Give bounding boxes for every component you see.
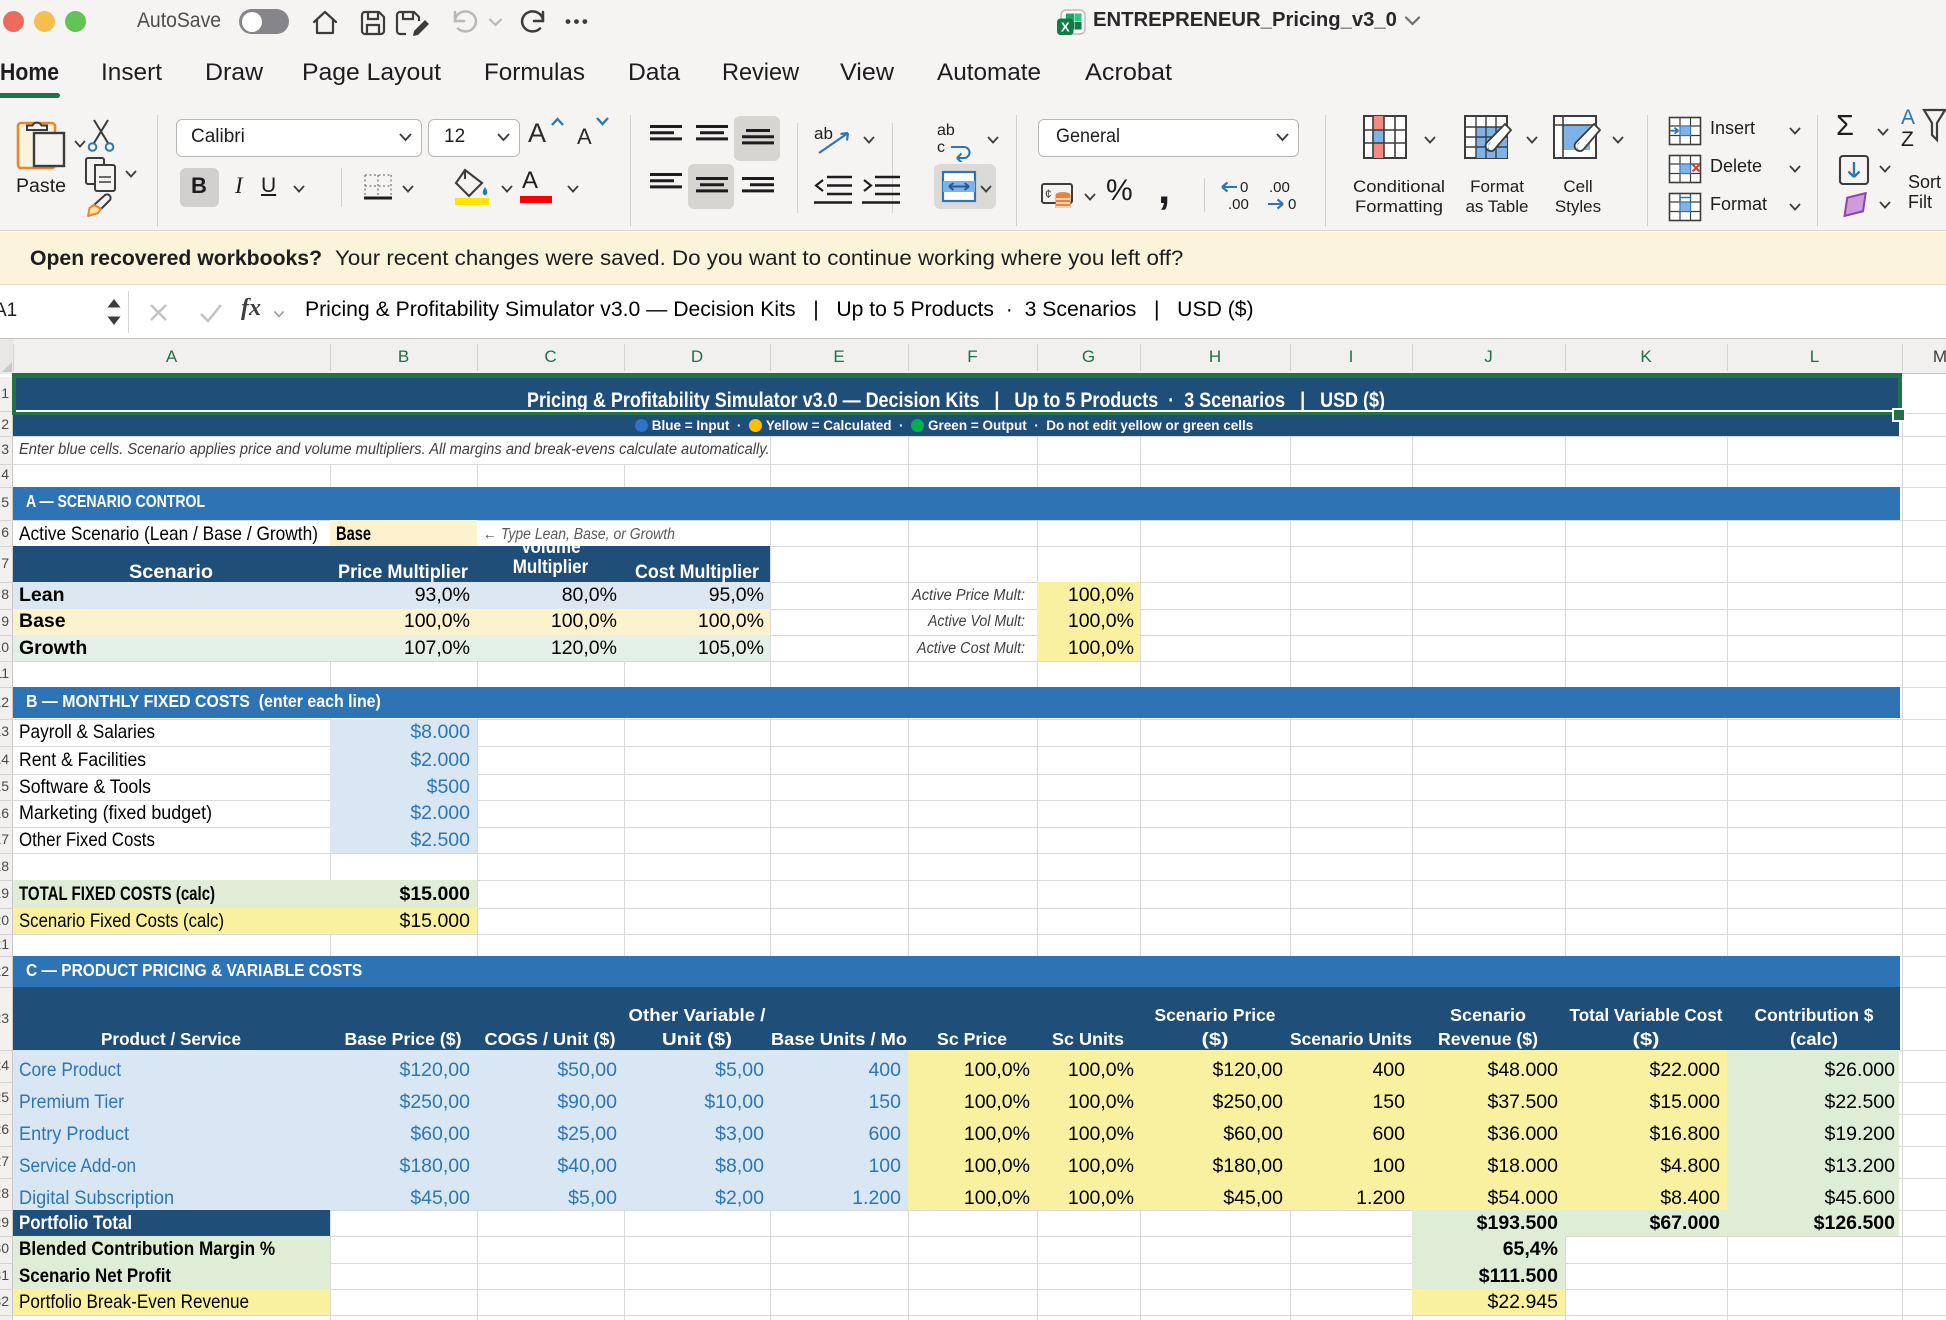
svg-text:c: c [937,139,945,156]
svg-text:ab: ab [814,124,833,143]
svg-text:ab: ab [937,122,955,139]
svg-text:X: X [1061,20,1070,35]
